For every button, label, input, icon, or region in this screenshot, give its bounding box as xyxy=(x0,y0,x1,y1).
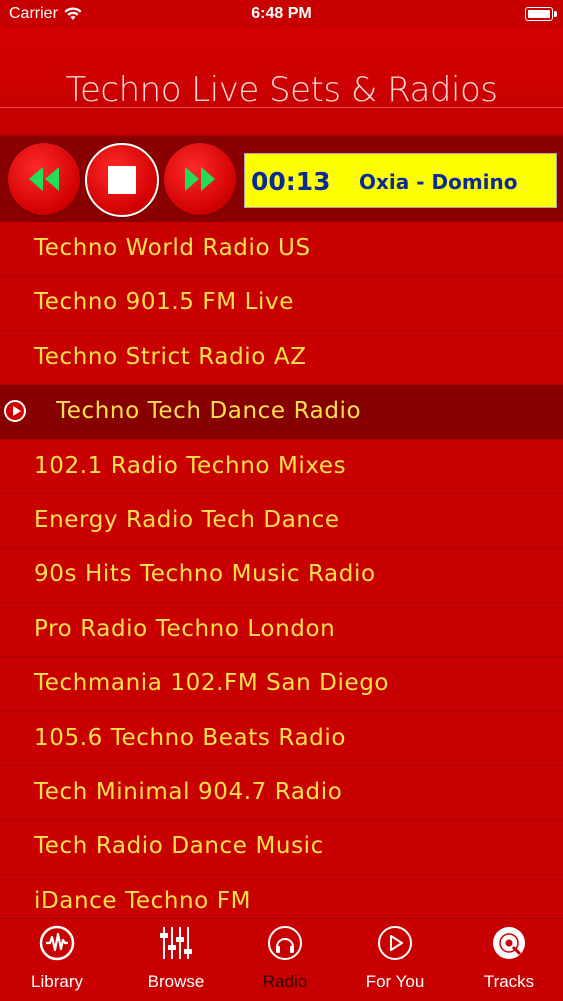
station-item[interactable]: Pro Radio Techno London xyxy=(0,603,563,658)
station-item[interactable]: 90s Hits Techno Music Radio xyxy=(0,548,563,603)
status-time: 6:48 PM xyxy=(251,5,312,22)
status-bar: Carrier 6:48 PM xyxy=(0,0,563,30)
record-icon xyxy=(493,927,525,959)
station-item[interactable]: Techmania 102.FM San Diego xyxy=(0,657,563,712)
library-icon xyxy=(39,925,75,961)
station-label: Tech Radio Dance Music xyxy=(34,833,324,860)
tab-label: Library xyxy=(31,972,83,991)
station-item[interactable]: iDance Techno FM xyxy=(0,875,563,918)
tab-for-you[interactable]: For You xyxy=(339,919,451,1001)
stop-button[interactable] xyxy=(85,143,159,217)
station-item[interactable]: Energy Radio Tech Dance xyxy=(0,494,563,549)
rewind-icon xyxy=(29,167,59,191)
station-label: Energy Radio Tech Dance xyxy=(34,506,340,533)
page-title: Techno Live Sets & Radios xyxy=(65,70,498,110)
sliders-icon xyxy=(160,927,192,959)
player-bar: 00:13 Oxia - Domino xyxy=(0,136,563,222)
rewind-button[interactable] xyxy=(8,143,80,215)
tab-bar: Library Browse Radio For You Tracks xyxy=(0,918,563,1001)
station-list[interactable]: Techno World Radio US Techno 901.5 FM Li… xyxy=(0,222,563,918)
play-circle-icon xyxy=(378,926,412,960)
station-label: 102.1 Radio Techno Mixes xyxy=(34,452,347,479)
station-item[interactable]: Techno World Radio US xyxy=(0,222,563,277)
station-item-active[interactable]: Techno Tech Dance Radio xyxy=(0,385,563,440)
header: Techno Live Sets & Radios xyxy=(0,30,563,136)
tab-library[interactable]: Library xyxy=(1,919,113,1001)
station-item[interactable]: 105.6 Techno Beats Radio xyxy=(0,712,563,766)
headphones-icon xyxy=(268,926,302,960)
tab-label: Radio xyxy=(262,972,308,991)
station-item[interactable]: Tech Minimal 904.7 Radio xyxy=(0,766,563,821)
tab-radio[interactable]: Radio xyxy=(229,919,341,1001)
battery-icon xyxy=(525,7,557,21)
tab-tracks[interactable]: Tracks xyxy=(453,919,563,1001)
station-item[interactable]: Techno 901.5 FM Live xyxy=(0,276,563,331)
station-item[interactable]: 102.1 Radio Techno Mixes xyxy=(0,440,563,494)
stop-icon xyxy=(108,166,136,194)
station-item[interactable]: Tech Radio Dance Music xyxy=(0,820,563,875)
station-label: Techmania 102.FM San Diego xyxy=(34,670,390,697)
track-title: Oxia - Domino xyxy=(359,170,518,194)
tab-label: For You xyxy=(365,972,425,991)
divider xyxy=(0,107,563,108)
fast-forward-icon xyxy=(185,167,215,191)
now-playing-icon xyxy=(4,400,26,423)
station-label: Tech Minimal 904.7 Radio xyxy=(34,778,343,805)
tab-label: Tracks xyxy=(483,972,535,991)
station-item[interactable]: Techno Strict Radio AZ xyxy=(0,331,563,386)
station-label: Pro Radio Techno London xyxy=(34,615,336,642)
station-label: iDance Techno FM xyxy=(34,887,252,914)
tab-browse[interactable]: Browse xyxy=(120,919,232,1001)
station-label: Techno World Radio US xyxy=(34,235,311,261)
now-playing-display: 00:13 Oxia - Domino xyxy=(244,153,557,208)
station-label: Techno 901.5 FM Live xyxy=(34,289,294,316)
station-label: Techno Strict Radio AZ xyxy=(34,343,307,370)
station-label: Techno Tech Dance Radio xyxy=(56,398,362,425)
station-label: 105.6 Techno Beats Radio xyxy=(34,724,346,751)
station-label: 90s Hits Techno Music Radio xyxy=(34,561,376,588)
tab-label: Browse xyxy=(147,972,205,991)
fast-forward-button[interactable] xyxy=(164,143,236,215)
elapsed-time: 00:13 xyxy=(251,167,331,196)
